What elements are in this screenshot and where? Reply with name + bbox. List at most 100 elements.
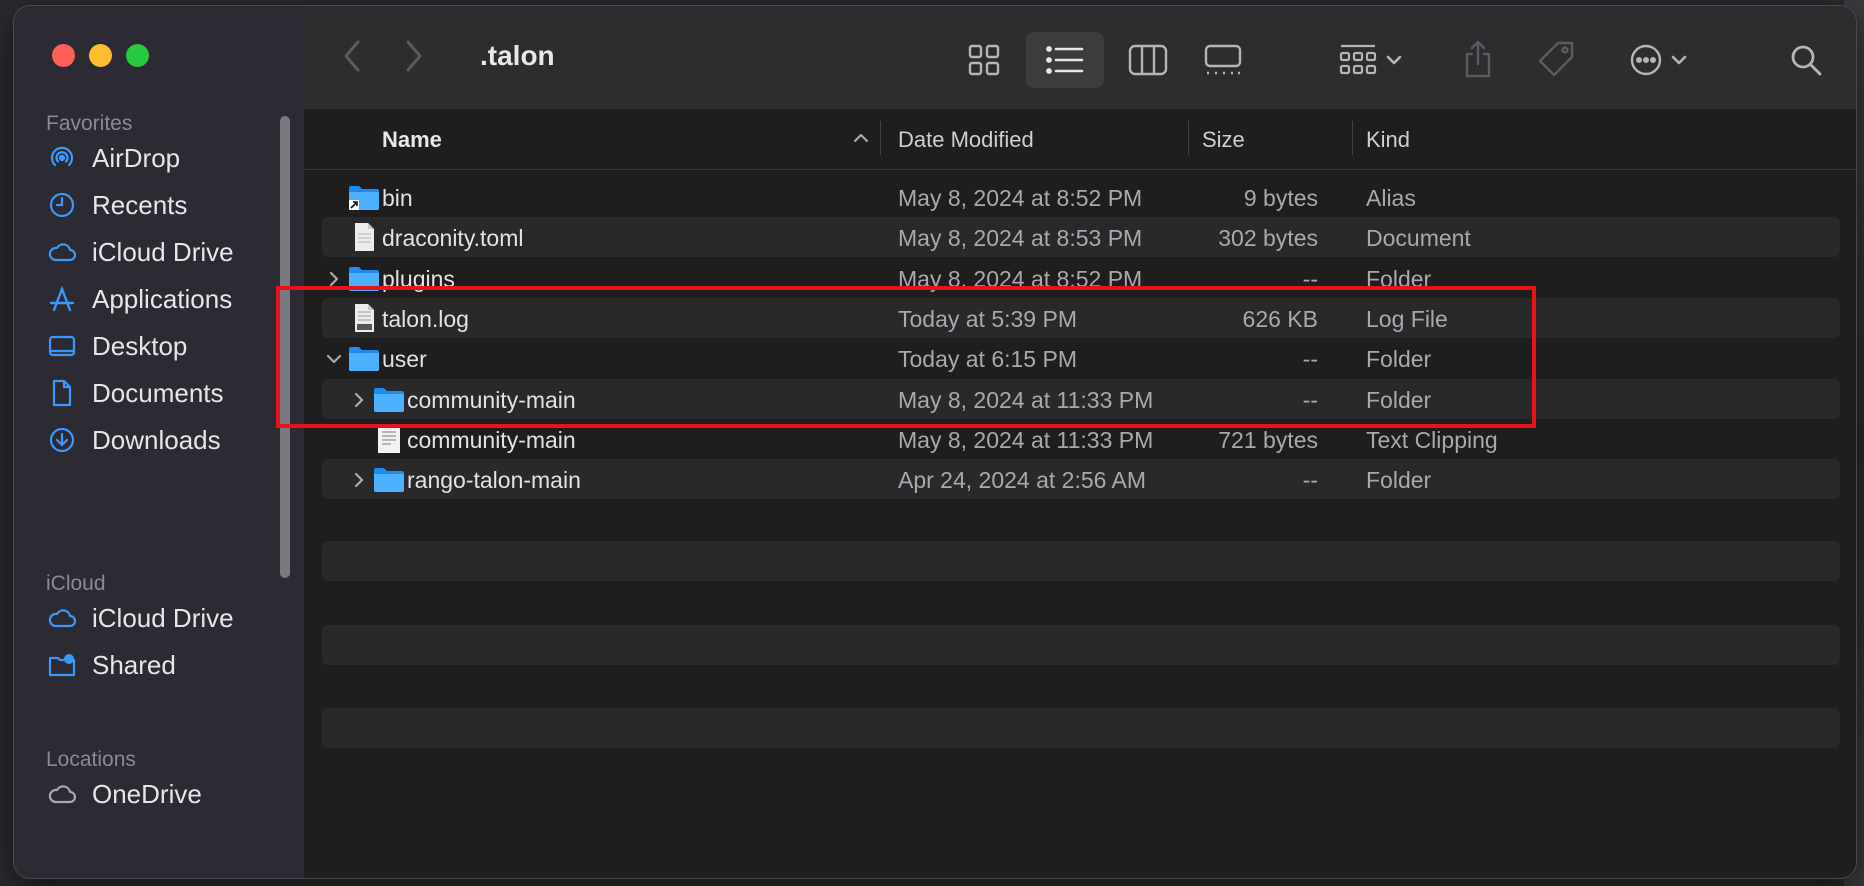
file-row[interactable]: draconity.toml May 8, 2024 at 8:53 PM 302 …: [322, 217, 1840, 258]
zoom-button[interactable]: [126, 44, 149, 67]
file-size: --: [1302, 467, 1318, 494]
desktop-icon: [46, 330, 78, 362]
sidebar-item-label: Documents: [92, 377, 224, 408]
name-column-header[interactable]: Name: [382, 127, 442, 153]
date-modified: Apr 24, 2024 at 2:56 AM: [898, 467, 1147, 494]
sidebar-section-favorites: Favorites: [46, 112, 133, 135]
document-icon: [46, 377, 78, 409]
search-button[interactable]: [1784, 36, 1828, 84]
column-divider[interactable]: [1188, 121, 1189, 155]
file-size: 9 bytes: [1243, 185, 1318, 211]
gallery-view-button[interactable]: [1190, 36, 1256, 84]
chevron-right-icon[interactable]: [324, 268, 344, 288]
sidebar-item-label: Desktop: [92, 330, 188, 361]
file-list: Name Date Modified Size Kind bin May 8, 2…: [304, 109, 1856, 878]
date-column-header[interactable]: Date Modified: [898, 127, 1034, 153]
document-icon: [348, 223, 380, 252]
sidebar-item-label: OneDrive: [92, 778, 202, 809]
sidebar-item-label: Recents: [92, 189, 188, 220]
file-name: bin: [382, 185, 413, 211]
annotation-highlight-box: [276, 286, 1536, 428]
sidebar-item-shared[interactable]: Shared: [46, 642, 266, 688]
group-by-button[interactable]: [1332, 36, 1408, 84]
airdrop-icon: [46, 142, 78, 174]
group-icon: [1339, 44, 1377, 75]
clock-icon: [46, 189, 78, 221]
sidebar-item-recents[interactable]: Recents: [46, 182, 266, 228]
chevron-right-icon: [406, 40, 422, 72]
sidebar-item-label: iCloud Drive: [92, 602, 234, 633]
empty-row: [322, 624, 1840, 665]
sidebar-item-onedrive[interactable]: OneDrive: [46, 771, 266, 817]
sort-ascending-icon[interactable]: [852, 131, 870, 145]
window-title: .talon: [480, 40, 555, 71]
folder-icon: [373, 465, 405, 493]
applications-icon: [46, 283, 78, 315]
file-name: draconity.toml: [382, 225, 524, 252]
file-row[interactable]: rango-talon-main Apr 24, 2024 at 2:56 AM -…: [322, 459, 1840, 500]
finder-window: Favorites AirDrop Recents iCloud Drive Appli…: [14, 6, 1856, 878]
sidebar-item-label: iCloud Drive: [92, 236, 234, 267]
icon-view-button[interactable]: [954, 36, 1014, 84]
chevron-down-icon: [1386, 55, 1402, 65]
sidebar-item-icloud-drive[interactable]: iCloud Drive: [46, 229, 266, 275]
tag-icon: [1538, 41, 1574, 77]
sidebar-item-label: Downloads: [92, 424, 221, 455]
file-row[interactable]: bin May 8, 2024 at 8:52 PM 9 bytes Alias: [322, 177, 1840, 217]
gallery-icon: [1204, 44, 1242, 75]
minimize-button[interactable]: [89, 44, 112, 67]
file-kind: Alias: [1366, 185, 1416, 211]
action-menu-button[interactable]: [1618, 36, 1698, 84]
list-view-button[interactable]: [1026, 32, 1104, 88]
text-clipping-icon: [373, 424, 405, 453]
column-divider[interactable]: [880, 121, 881, 155]
column-divider[interactable]: [1352, 121, 1353, 155]
file-kind: Text Clipping: [1366, 426, 1498, 453]
forward-button[interactable]: [396, 36, 432, 76]
date-modified: May 8, 2024 at 11:33 PM: [898, 426, 1154, 453]
cloud-icon: [46, 602, 78, 634]
window-controls: [52, 44, 149, 67]
tag-button[interactable]: [1532, 34, 1580, 84]
sidebar-section-locations: Locations: [46, 748, 136, 771]
cloud-icon: [46, 236, 78, 268]
sidebar-section-icloud: iCloud: [46, 572, 106, 595]
sidebar-item-downloads[interactable]: Downloads: [46, 417, 266, 463]
file-size: 302 bytes: [1218, 225, 1318, 252]
empty-row: [322, 541, 1840, 582]
file-kind: Folder: [1366, 467, 1432, 494]
sidebar-item-label: AirDrop: [92, 142, 181, 173]
chevron-left-icon: [344, 40, 360, 72]
folder-alias-icon: [348, 183, 380, 211]
chevron-down-icon: [1671, 55, 1687, 65]
column-view-button[interactable]: [1118, 36, 1178, 84]
back-button[interactable]: [334, 36, 370, 76]
close-button[interactable]: [52, 44, 75, 67]
sidebar-item-icloud-drive[interactable]: iCloud Drive: [46, 595, 266, 641]
search-icon: [1791, 45, 1822, 76]
kind-column-header[interactable]: Kind: [1366, 127, 1410, 153]
share-button[interactable]: [1456, 32, 1500, 86]
file-name: rango-talon-main: [407, 467, 581, 494]
toolbar: .talon: [304, 6, 1856, 110]
sidebar-item-applications[interactable]: Applications: [46, 276, 266, 322]
date-modified: May 8, 2024 at 8:52 PM: [898, 185, 1143, 211]
list-icon: [1046, 46, 1084, 74]
chevron-right-icon[interactable]: [349, 469, 369, 489]
sidebar-item-label: Applications: [92, 283, 233, 314]
sidebar-item-airdrop[interactable]: AirDrop: [46, 135, 266, 181]
file-name: community-main: [407, 426, 576, 453]
cloud-icon: [46, 778, 78, 810]
file-kind: Document: [1366, 225, 1471, 252]
sidebar-item-label: Shared: [92, 649, 176, 680]
ellipsis-circle-icon: [1630, 44, 1662, 76]
empty-row: [322, 708, 1840, 749]
download-icon: [46, 424, 78, 456]
column-header: Name Date Modified Size Kind: [304, 109, 1856, 170]
file-size: 721 bytes: [1218, 426, 1318, 453]
size-column-header[interactable]: Size: [1202, 127, 1245, 153]
sidebar: Favorites AirDrop Recents iCloud Drive Appli…: [14, 6, 305, 878]
sidebar-item-documents[interactable]: Documents: [46, 370, 266, 416]
grid-icon: [968, 44, 1000, 76]
sidebar-item-desktop[interactable]: Desktop: [46, 323, 266, 369]
